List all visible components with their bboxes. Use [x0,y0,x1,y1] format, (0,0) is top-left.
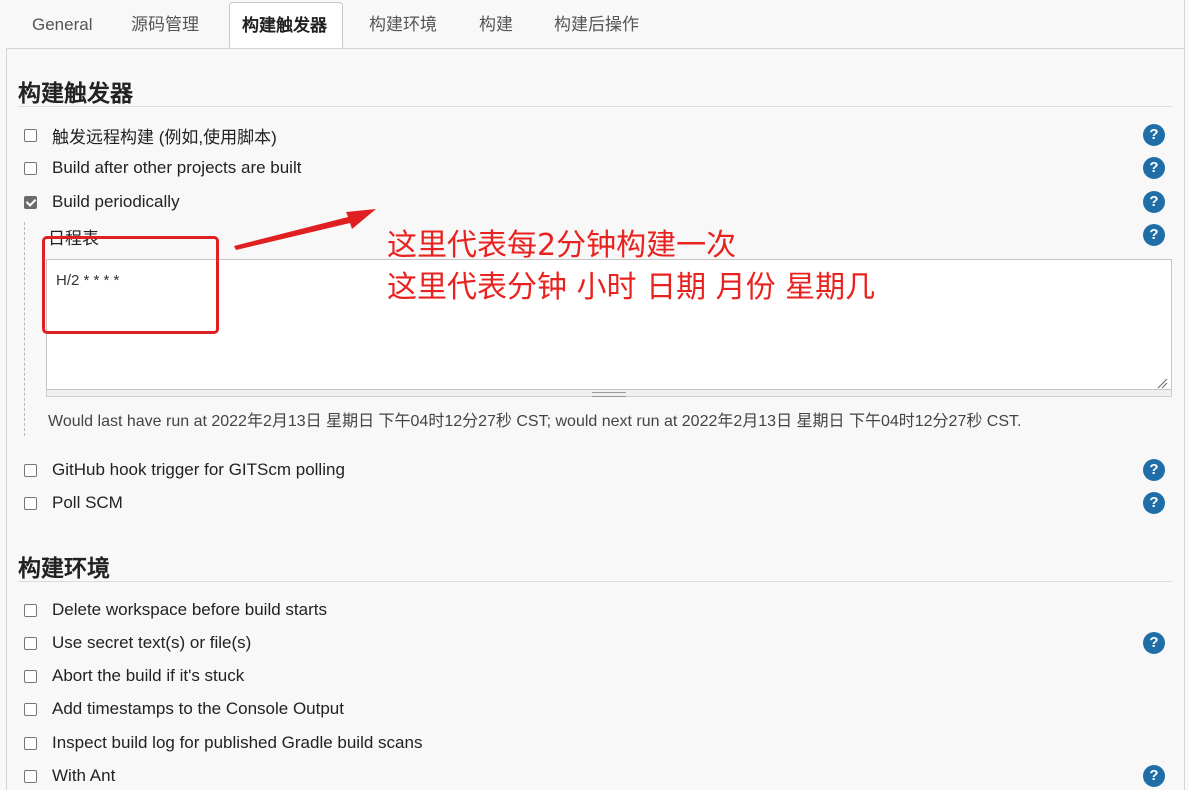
build-triggers-heading: 构建触发器 [18,80,133,106]
env-gradle-scans-checkbox[interactable] [24,736,37,750]
frame-right-border [1184,0,1185,790]
help-icon[interactable]: ? [1143,632,1165,654]
env-secret-text-checkbox[interactable] [24,636,37,650]
env-with-ant-label: With Ant [52,766,116,785]
trigger-build-periodically-checkbox[interactable] [24,195,37,209]
help-icon[interactable]: ? [1143,765,1165,787]
trigger-github-hook-label: GitHub hook trigger for GITScm polling [52,460,345,479]
annotation-text-line2: 这里代表分钟 小时 日期 月份 星期几 [387,270,876,305]
tab-build-triggers[interactable]: 构建触发器 [229,2,343,48]
help-icon[interactable]: ? [1143,191,1165,213]
trigger-github-hook-checkbox[interactable] [24,463,37,477]
resize-corner-icon[interactable] [1156,377,1168,389]
trigger-after-other-projects-checkbox[interactable] [24,161,37,175]
help-icon[interactable]: ? [1143,492,1165,514]
env-timestamps-label: Add timestamps to the Console Output [52,699,344,718]
trigger-poll-scm-checkbox[interactable] [24,496,37,510]
section-divider [18,106,1172,107]
help-icon[interactable]: ? [1143,459,1165,481]
annotation-highlight-box [42,236,219,334]
env-timestamps-checkbox[interactable] [24,702,37,716]
trigger-after-other-projects-row[interactable]: Build after other projects are built [24,155,301,181]
trigger-build-periodically-label: Build periodically [52,192,180,211]
env-delete-workspace-row[interactable]: Delete workspace before build starts [24,597,327,623]
env-abort-stuck-label: Abort the build if it's stuck [52,666,245,685]
trigger-after-other-projects-label: Build after other projects are built [52,158,302,177]
trigger-build-periodically-row[interactable]: Build periodically [24,189,180,215]
trigger-github-hook-row[interactable]: GitHub hook trigger for GITScm polling [24,457,345,483]
env-delete-workspace-checkbox[interactable] [24,603,37,617]
env-gradle-scans-row[interactable]: Inspect build log for published Gradle b… [24,730,422,756]
env-secret-text-label: Use secret text(s) or file(s) [52,633,252,652]
env-abort-stuck-row[interactable]: Abort the build if it's stuck [24,663,244,689]
help-icon[interactable]: ? [1143,124,1165,146]
tab-post-build-actions[interactable]: 构建后操作 [554,0,639,48]
nested-section-guide [24,222,25,436]
env-delete-workspace-label: Delete workspace before build starts [52,600,327,619]
help-icon[interactable]: ? [1143,157,1165,179]
trigger-remote-build-checkbox[interactable] [24,128,37,142]
trigger-remote-build-label: 触发远程构建 (例如,使用脚本) [52,127,277,147]
resize-grip-icon[interactable] [592,392,626,397]
tab-general[interactable]: General [32,0,92,48]
tab-source-management[interactable]: 源码管理 [131,0,199,48]
trigger-remote-build-row[interactable]: 触发远程构建 (例如,使用脚本) [24,122,277,148]
annotation-arrow-icon [234,209,376,250]
env-with-ant-checkbox[interactable] [24,769,37,783]
tab-build[interactable]: 构建 [479,0,513,48]
trigger-poll-scm-label: Poll SCM [52,493,123,512]
build-environment-heading: 构建环境 [18,555,110,581]
env-timestamps-row[interactable]: Add timestamps to the Console Output [24,696,344,722]
env-abort-stuck-checkbox[interactable] [24,669,37,683]
env-gradle-scans-label: Inspect build log for published Gradle b… [52,733,423,752]
section-divider [18,581,1172,582]
env-with-ant-row[interactable]: With Ant [24,763,115,789]
trigger-poll-scm-row[interactable]: Poll SCM [24,490,123,516]
schedule-run-info: Would last have run at 2022年2月13日 星期日 下午… [48,413,1022,430]
tab-build-environment[interactable]: 构建环境 [369,0,437,48]
frame-left-border [6,0,7,790]
env-secret-text-row[interactable]: Use secret text(s) or file(s) [24,630,251,656]
annotation-text-line1: 这里代表每2分钟构建一次 [387,228,737,263]
help-icon[interactable]: ? [1143,224,1165,246]
